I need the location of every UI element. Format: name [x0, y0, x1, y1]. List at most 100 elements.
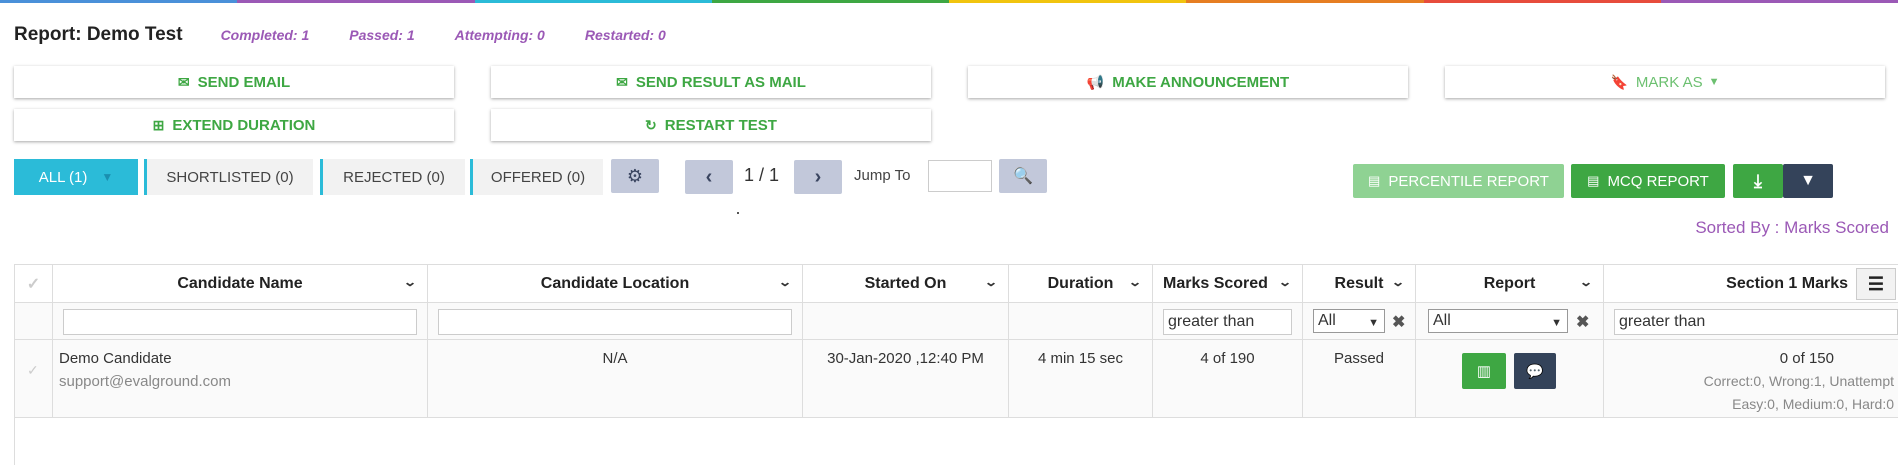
started-value: 30-Jan-2020 ,12:40 PM — [827, 350, 984, 367]
jump-to-input[interactable] — [928, 160, 992, 192]
tab-rejected[interactable]: REJECTED (0) — [323, 159, 465, 195]
file-icon: ▤ — [1368, 173, 1381, 188]
header-candidate-name[interactable]: Candidate Name ⌄ — [53, 265, 428, 302]
comments-button[interactable]: 💬 — [1514, 353, 1556, 389]
send-email-button[interactable]: ✉ SEND EMAIL — [14, 66, 454, 98]
make-announcement-button[interactable]: 📢 MAKE ANNOUNCEMENT — [968, 66, 1408, 98]
cell-location: N/A — [428, 340, 803, 417]
section-detail-counts: Correct:0, Wrong:1, Unattempt — [1703, 373, 1894, 389]
header-report[interactable]: Report ⌄ — [1416, 265, 1604, 302]
filter-spacer — [15, 303, 53, 339]
megaphone-icon: 📢 — [1086, 73, 1105, 90]
gear-icon: ⚙ — [626, 165, 644, 186]
clear-filter-icon[interactable]: ✖ — [1392, 312, 1405, 332]
bookmark-icon: 🔖 — [1610, 73, 1628, 90]
dot — [737, 212, 739, 214]
cell-started: 30-Jan-2020 ,12:40 PM — [803, 340, 1009, 417]
filter-marks-cell: greater than — [1153, 303, 1303, 339]
filter-section-cell: greater than — [1604, 303, 1898, 339]
filter-icon: ▼ — [101, 170, 114, 184]
download-icon: ⤓ — [1754, 170, 1762, 191]
jump-search-button[interactable]: 🔍 — [999, 159, 1047, 193]
filter-spacer — [803, 303, 1009, 339]
chevron-left-icon: ‹ — [705, 165, 713, 188]
chevron-down-icon[interactable]: ⌄ — [1128, 275, 1142, 289]
stat-passed: Passed: 1 — [349, 27, 415, 43]
filter-result-cell: All ▼ ✖ — [1303, 303, 1416, 339]
extend-duration-button[interactable]: ⊞ EXTEND DURATION — [14, 109, 454, 141]
mcq-report-button[interactable]: ▤ MCQ REPORT — [1571, 164, 1725, 198]
view-report-button[interactable]: ▥ — [1462, 353, 1506, 389]
table-row[interactable]: ✓ Demo Candidate support@evalground.com … — [15, 340, 1898, 418]
result-filter-select[interactable]: All ▼ — [1313, 309, 1385, 333]
mark-as-dropdown[interactable]: 🔖 MARK AS ▼ — [1445, 66, 1885, 98]
envelope-icon: ✉ — [616, 73, 628, 90]
section-detail-difficulty: Easy:0, Medium:0, Hard:0 — [1732, 396, 1894, 412]
chevron-down-icon[interactable]: ⌄ — [984, 275, 998, 289]
marks-filter-input[interactable]: greater than — [1163, 309, 1292, 335]
tab-all[interactable]: ALL (1) ▼ — [14, 159, 138, 195]
header-result[interactable]: Result ⌄ — [1303, 265, 1416, 302]
filter-location-cell — [428, 303, 803, 339]
clear-filter-icon[interactable]: ✖ — [1576, 312, 1589, 332]
plus-square-icon: ⊞ — [152, 116, 165, 133]
sorted-by-label: Sorted By : Marks Scored — [1695, 218, 1889, 237]
chevron-down-icon[interactable]: ⌄ — [778, 275, 792, 289]
settings-button[interactable]: ⚙ — [611, 159, 659, 193]
filter-spacer — [1009, 303, 1153, 339]
select-all-checkbox[interactable]: ✓ — [15, 265, 53, 302]
chevron-down-icon[interactable]: ⌄ — [1278, 275, 1292, 289]
filter-icon: ▼ — [1800, 172, 1816, 189]
section-marks-filter-input[interactable]: greater than — [1614, 309, 1898, 335]
caret-down-icon: ▼ — [1551, 317, 1562, 329]
cell-result: Passed — [1303, 340, 1416, 417]
report-filter-select[interactable]: All ▼ — [1428, 309, 1568, 333]
chevron-down-icon[interactable]: ⌄ — [403, 275, 417, 289]
duration-value: 4 min 15 sec — [1037, 350, 1124, 367]
jump-to-label: Jump To — [854, 167, 911, 184]
tab-offered[interactable]: OFFERED (0) — [473, 159, 603, 195]
cell-duration: 4 min 15 sec — [1009, 340, 1153, 417]
candidate-email: support@evalground.com — [59, 373, 231, 390]
header-duration[interactable]: Duration ⌄ — [1009, 265, 1153, 302]
header-candidate-location[interactable]: Candidate Location ⌄ — [428, 265, 803, 302]
row-checkbox[interactable]: ✓ — [15, 340, 53, 417]
send-result-mail-button[interactable]: ✉ SEND RESULT AS MAIL — [491, 66, 931, 98]
cell-marks: 4 of 190 — [1153, 340, 1303, 417]
header-started-on[interactable]: Started On ⌄ — [803, 265, 1009, 302]
cell-section-marks: 0 of 150 Correct:0, Wrong:1, Unattempt E… — [1604, 340, 1898, 417]
result-value: Passed — [1333, 350, 1385, 367]
table-filter-row: greater than All ▼ ✖ All ▼ ✖ greater than — [15, 303, 1898, 340]
refresh-icon: ↻ — [645, 116, 657, 133]
report-header: Report: Demo Test Completed: 1 Passed: 1… — [14, 24, 706, 46]
check-icon: ✓ — [27, 362, 39, 378]
results-table: ✓ Candidate Name ⌄ Candidate Location ⌄ St… — [14, 264, 1898, 465]
cell-report: ▥ 💬 — [1416, 340, 1604, 417]
filter-report-cell: All ▼ ✖ — [1416, 303, 1604, 339]
chevron-down-icon[interactable]: ⌄ — [1579, 275, 1593, 289]
percentile-report-button[interactable]: ▤ PERCENTILE REPORT — [1353, 164, 1564, 198]
stat-completed: Completed: 1 — [220, 27, 310, 43]
prev-page-button[interactable]: ‹ — [685, 160, 733, 194]
candidate-name-filter-input[interactable] — [63, 309, 417, 335]
download-button[interactable]: ⤓ — [1733, 164, 1783, 198]
search-icon: 🔍 — [1013, 168, 1033, 185]
envelope-icon: ✉ — [177, 73, 190, 90]
tab-shortlisted[interactable]: SHORTLISTED (0) — [147, 159, 313, 195]
chevron-down-icon[interactable]: ⌄ — [1391, 275, 1405, 289]
restart-test-button[interactable]: ↻ RESTART TEST — [491, 109, 931, 141]
page-title: Report: Demo Test — [14, 24, 183, 45]
filter-button[interactable]: ▼ — [1783, 164, 1833, 198]
cell-candidate: Demo Candidate support@evalground.com — [53, 340, 428, 417]
header-marks-scored[interactable]: Marks Scored ⌄ — [1153, 265, 1303, 302]
header-section-1-marks[interactable]: Section 1 Marks ☰ — [1604, 265, 1898, 302]
comments-icon: 💬 — [1526, 362, 1544, 379]
caret-down-icon: ▼ — [1708, 76, 1720, 88]
stat-attempting: Attempting: 0 — [454, 27, 545, 43]
candidate-name: Demo Candidate — [59, 350, 172, 367]
candidate-location-filter-input[interactable] — [438, 309, 792, 335]
next-page-button[interactable]: › — [794, 160, 842, 194]
column-menu-button[interactable]: ☰ — [1856, 268, 1896, 300]
section-marks-value: 0 of 150 — [1779, 350, 1834, 367]
page-indicator: 1 / 1 — [744, 165, 780, 185]
